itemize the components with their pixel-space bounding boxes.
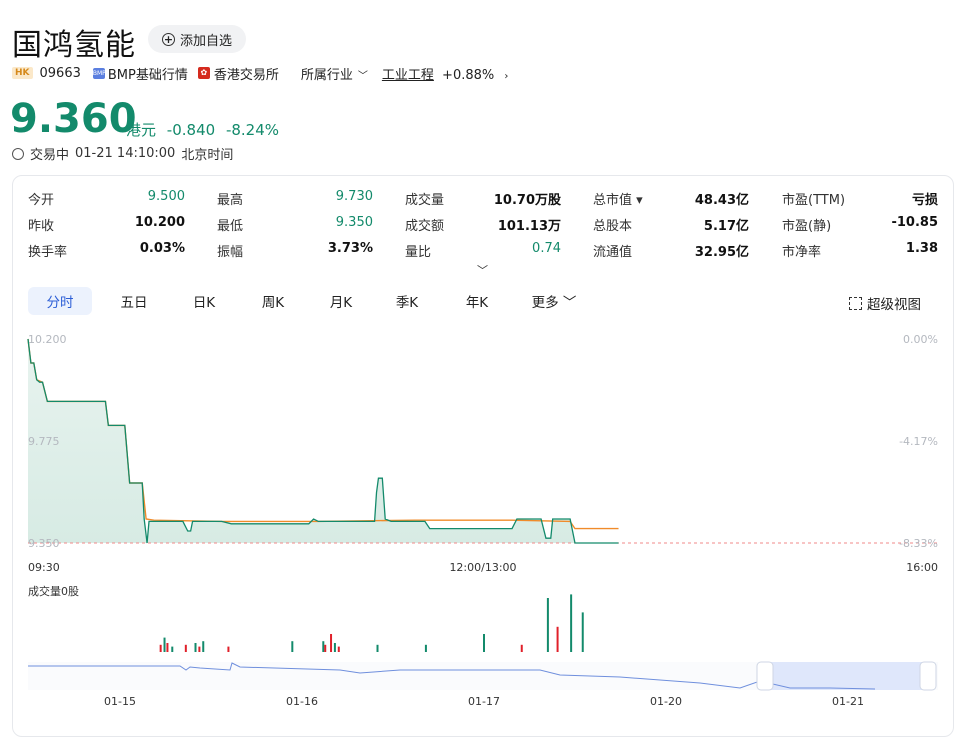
x-label: 16:00 [906,561,938,574]
intraday-chart[interactable]: 10.200 9.775 9.350 0.00% -4.17% -8.33% 09:30 12… [0,0,954,716]
volume-bar [330,634,333,652]
volume-bar [291,641,294,652]
nav-date-label: 01-17 [468,695,500,708]
volume-bar [159,644,162,652]
volume-bar [376,644,379,652]
y-label-right: -4.17% [899,435,938,448]
volume-bar [163,637,166,652]
navigator-handle-left [756,661,774,691]
y-label-left: 9.775 [28,435,60,448]
volume-bar [483,634,485,652]
nav-date-label: 01-20 [650,695,682,708]
volume-bar [333,643,336,652]
navigator-handle-right [919,661,937,691]
navigator-window [765,662,930,690]
volume-bar [171,646,174,652]
y-label-right: -8.33% [899,537,938,550]
volume-bar [322,641,325,652]
volume-bar [546,598,549,652]
nav-date-label: 01-21 [832,695,864,708]
volume-bar [570,594,573,652]
nav-date-label: 01-15 [104,695,136,708]
volume-bar [166,643,169,652]
y-label-left: 10.200 [28,333,67,346]
volume-bar [227,646,230,652]
nav-date-label: 01-16 [286,695,318,708]
y-label-left: 9.350 [28,537,60,550]
volume-bar [581,612,584,652]
volume-bar [556,626,559,652]
volume-label: 成交量0股 [28,584,79,598]
x-label: 09:30 [28,561,60,574]
volume-bar [194,643,197,652]
volume-bar [424,644,427,652]
volume-bar [337,646,340,652]
volume-bar [202,641,205,652]
volume-bar [184,644,187,652]
x-label: 12:00/13:00 [449,561,516,574]
price-area [28,339,619,543]
volume-bar [324,644,327,652]
volume-bar [198,646,201,652]
y-label-right: 0.00% [903,333,938,346]
volume-bar [520,644,523,652]
